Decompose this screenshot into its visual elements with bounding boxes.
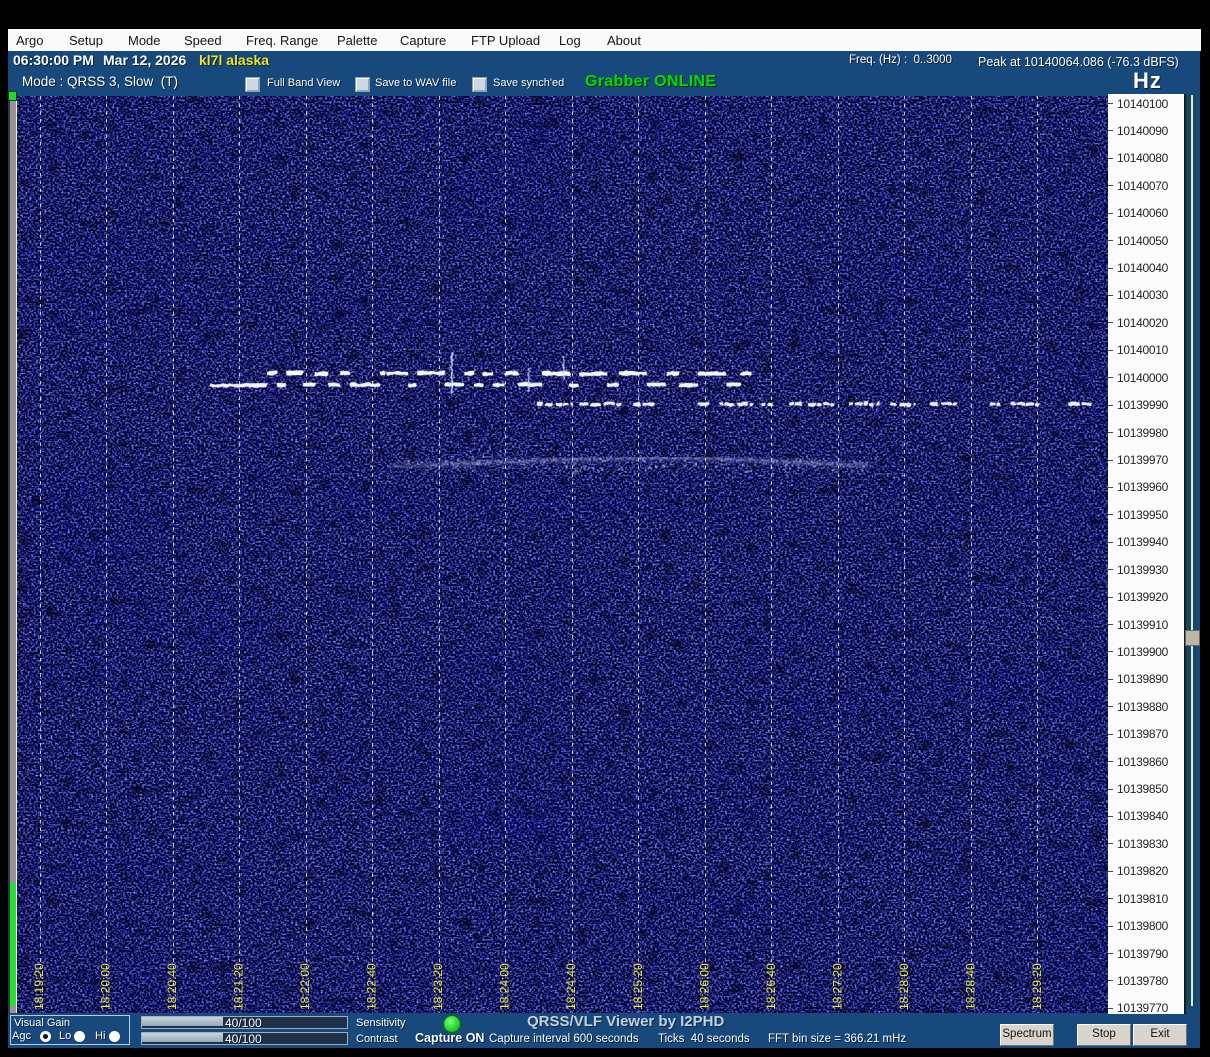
svg-text:18:28:40: 18:28:40 [963, 963, 977, 1010]
svg-text:18:28:00: 18:28:00 [897, 963, 911, 1010]
svg-text:18:20:40: 18:20:40 [165, 963, 179, 1010]
svg-text:18:29:20: 18:29:20 [1030, 963, 1044, 1010]
svg-text:18:22:40: 18:22:40 [365, 963, 379, 1010]
svg-text:18:21:20: 18:21:20 [232, 963, 246, 1010]
svg-text:18:27:20: 18:27:20 [830, 963, 844, 1010]
svg-text:18:26:00: 18:26:00 [697, 963, 711, 1010]
svg-text:18:25:20: 18:25:20 [631, 963, 645, 1010]
svg-text:18:24:00: 18:24:00 [498, 963, 512, 1010]
svg-text:18:20:00: 18:20:00 [99, 963, 113, 1010]
svg-text:18:23:20: 18:23:20 [431, 963, 445, 1010]
svg-text:18:19:20: 18:19:20 [32, 963, 46, 1010]
svg-text:18:22:00: 18:22:00 [298, 963, 312, 1010]
svg-text:18:26:40: 18:26:40 [764, 963, 778, 1010]
svg-text:18:24:40: 18:24:40 [564, 963, 578, 1010]
